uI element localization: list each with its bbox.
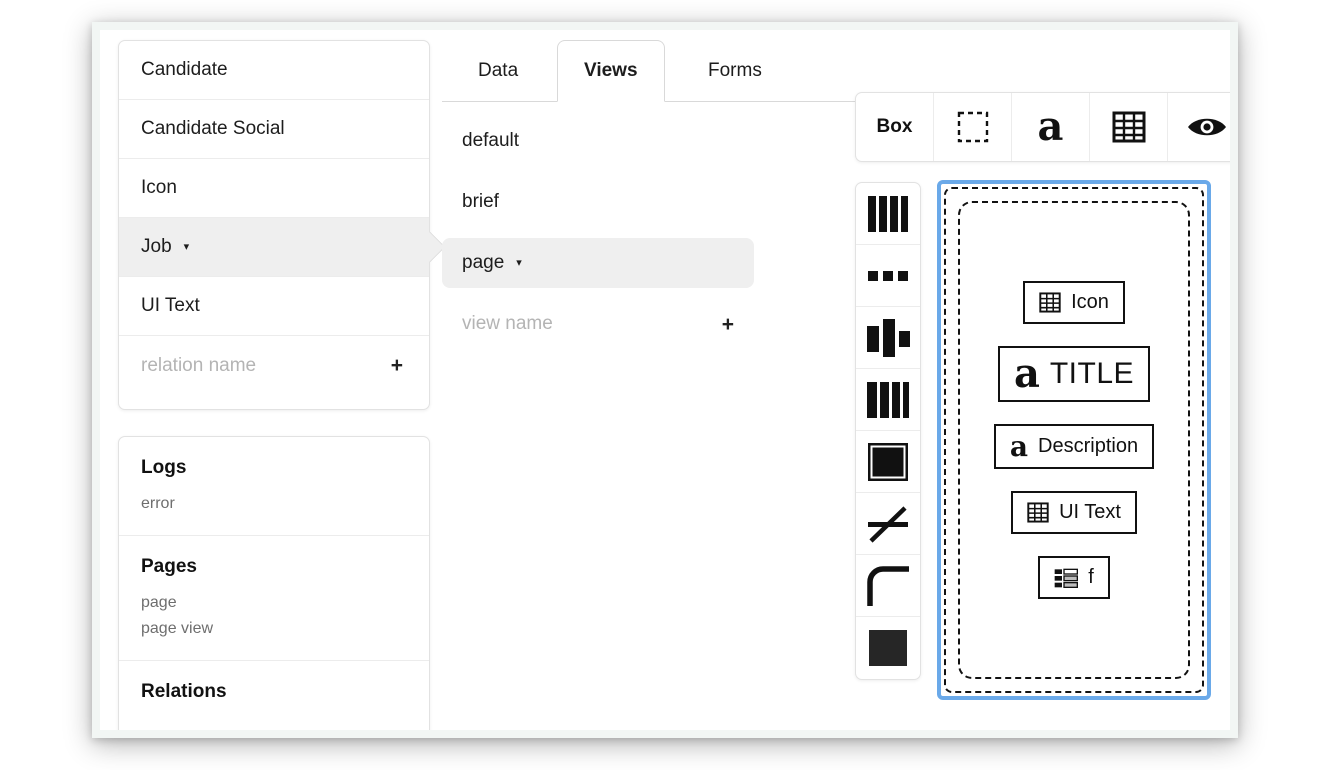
canvas-inner-boundary: Icon a TITLE a Description UI Text f bbox=[958, 201, 1190, 679]
node-label: TITLE bbox=[1049, 356, 1135, 390]
section-logs: Logs error bbox=[119, 437, 429, 536]
columns-icon-button[interactable] bbox=[856, 183, 920, 245]
table-grid-icon bbox=[1027, 502, 1049, 523]
no-line-icon bbox=[866, 504, 910, 544]
tab-label: Views bbox=[584, 60, 638, 81]
section-relations: Relations bbox=[119, 661, 429, 730]
node-label: f bbox=[1088, 566, 1094, 589]
selection-pointer-icon bbox=[414, 231, 446, 263]
canvas-toolbar: Box a bbox=[855, 92, 1230, 162]
tab-data[interactable]: Data bbox=[452, 40, 544, 102]
no-line-icon-button[interactable] bbox=[856, 493, 920, 555]
bordered-square-icon bbox=[867, 442, 909, 482]
toolbar-box-button[interactable]: Box bbox=[856, 93, 934, 161]
list-rows-icon bbox=[1054, 568, 1079, 588]
toolbar-table-button[interactable] bbox=[1090, 93, 1168, 161]
section-title: Relations bbox=[141, 681, 227, 702]
window-content: Candidate Candidate Social Icon Job ▾ UI… bbox=[100, 30, 1230, 730]
node-label: Icon bbox=[1071, 290, 1109, 313]
section-title: Pages bbox=[141, 556, 197, 577]
filled-square-icon bbox=[868, 629, 908, 667]
chevron-down-icon[interactable]: ▾ bbox=[184, 241, 190, 253]
view-label: brief bbox=[462, 191, 499, 212]
content-area: Data Views Forms default brief page ▾ vi… bbox=[442, 40, 1230, 730]
view-label: page bbox=[462, 252, 505, 273]
toolbar-preview-button[interactable] bbox=[1168, 93, 1230, 161]
view-label: default bbox=[462, 130, 520, 151]
filled-square-icon-button[interactable] bbox=[856, 617, 920, 679]
section-item-page-view[interactable]: page view bbox=[141, 616, 407, 642]
canvas-node-description[interactable]: a Description bbox=[993, 423, 1155, 470]
bordered-square-icon-button[interactable] bbox=[856, 431, 920, 493]
tab-views[interactable]: Views bbox=[557, 40, 665, 102]
view-row-default[interactable]: default bbox=[442, 116, 754, 166]
gapped-columns-icon bbox=[866, 380, 910, 420]
relation-row-icon[interactable]: Icon bbox=[119, 159, 429, 218]
tab-forms[interactable]: Forms bbox=[682, 40, 788, 102]
new-view-input[interactable]: view name bbox=[462, 313, 553, 335]
add-view-button[interactable]: + bbox=[722, 314, 734, 335]
align-bars-icon-button[interactable] bbox=[856, 307, 920, 369]
section-item-error[interactable]: error bbox=[141, 491, 407, 517]
new-relation-input[interactable]: relation name bbox=[141, 355, 256, 377]
toolbar-dashed-square-button[interactable] bbox=[934, 93, 1012, 161]
serif-a-icon: a bbox=[1009, 429, 1029, 463]
canvas-node-title[interactable]: a TITLE bbox=[997, 345, 1151, 402]
views-list: default brief page ▾ view name + bbox=[442, 116, 754, 360]
left-column: Candidate Candidate Social Icon Job ▾ UI… bbox=[118, 40, 446, 730]
relation-label: Job bbox=[141, 236, 172, 257]
relations-list-card: Candidate Candidate Social Icon Job ▾ UI… bbox=[118, 40, 446, 410]
add-relation-button[interactable]: + bbox=[387, 353, 407, 378]
serif-a-icon: a bbox=[1037, 103, 1064, 150]
relation-row-candidate[interactable]: Candidate bbox=[119, 41, 429, 100]
new-view-row[interactable]: view name + bbox=[442, 299, 754, 349]
columns-icon bbox=[866, 194, 910, 234]
section-title: Logs bbox=[141, 457, 187, 478]
relation-label: UI Text bbox=[141, 295, 200, 316]
view-canvas[interactable]: Icon a TITLE a Description UI Text f bbox=[937, 180, 1211, 700]
table-grid-icon bbox=[1112, 111, 1146, 143]
align-bars-icon bbox=[865, 317, 911, 359]
relation-label: Icon bbox=[141, 177, 177, 198]
node-label: UI Text bbox=[1059, 501, 1121, 524]
relation-row-ui-text[interactable]: UI Text bbox=[119, 277, 429, 336]
view-row-brief[interactable]: brief bbox=[442, 177, 754, 227]
section-pages: Pages page page view bbox=[119, 536, 429, 661]
canvas-outer-boundary: Icon a TITLE a Description UI Text f bbox=[944, 187, 1204, 693]
sections-card: Logs error Pages page page view Relation… bbox=[118, 436, 430, 730]
dashed-square-icon bbox=[956, 110, 990, 144]
canvas-node-f[interactable]: f bbox=[1038, 556, 1110, 600]
relation-row-job[interactable]: Job ▾ bbox=[119, 218, 446, 277]
toolbar-text-button[interactable]: a bbox=[1012, 93, 1090, 161]
table-grid-icon bbox=[1039, 292, 1061, 313]
view-row-page[interactable]: page ▾ bbox=[442, 238, 754, 288]
canvas-node-icon[interactable]: Icon bbox=[1023, 280, 1125, 324]
node-label: Description bbox=[1038, 435, 1139, 457]
serif-a-icon: a bbox=[1013, 349, 1040, 397]
chevron-down-icon[interactable]: ▾ bbox=[516, 257, 522, 269]
relation-row-candidate-social[interactable]: Candidate Social bbox=[119, 100, 429, 159]
dots-icon-button[interactable] bbox=[856, 245, 920, 307]
eye-icon bbox=[1186, 114, 1228, 140]
tab-label: Data bbox=[478, 60, 519, 81]
relation-label: Candidate Social bbox=[141, 118, 285, 139]
relation-label: Candidate bbox=[141, 59, 228, 80]
rounded-corner-icon-button[interactable] bbox=[856, 555, 920, 617]
dots-icon bbox=[866, 269, 910, 283]
properties-icon-strip bbox=[855, 182, 921, 680]
tab-label: Forms bbox=[708, 60, 762, 81]
app-window: Candidate Candidate Social Icon Job ▾ UI… bbox=[92, 22, 1238, 738]
rounded-corner-icon bbox=[867, 565, 909, 606]
box-label: Box bbox=[876, 116, 913, 137]
gapped-columns-icon-button[interactable] bbox=[856, 369, 920, 431]
canvas-node-ui-text[interactable]: UI Text bbox=[1011, 491, 1137, 535]
section-item-page[interactable]: page bbox=[141, 590, 407, 616]
new-relation-row[interactable]: relation name + bbox=[119, 336, 429, 395]
